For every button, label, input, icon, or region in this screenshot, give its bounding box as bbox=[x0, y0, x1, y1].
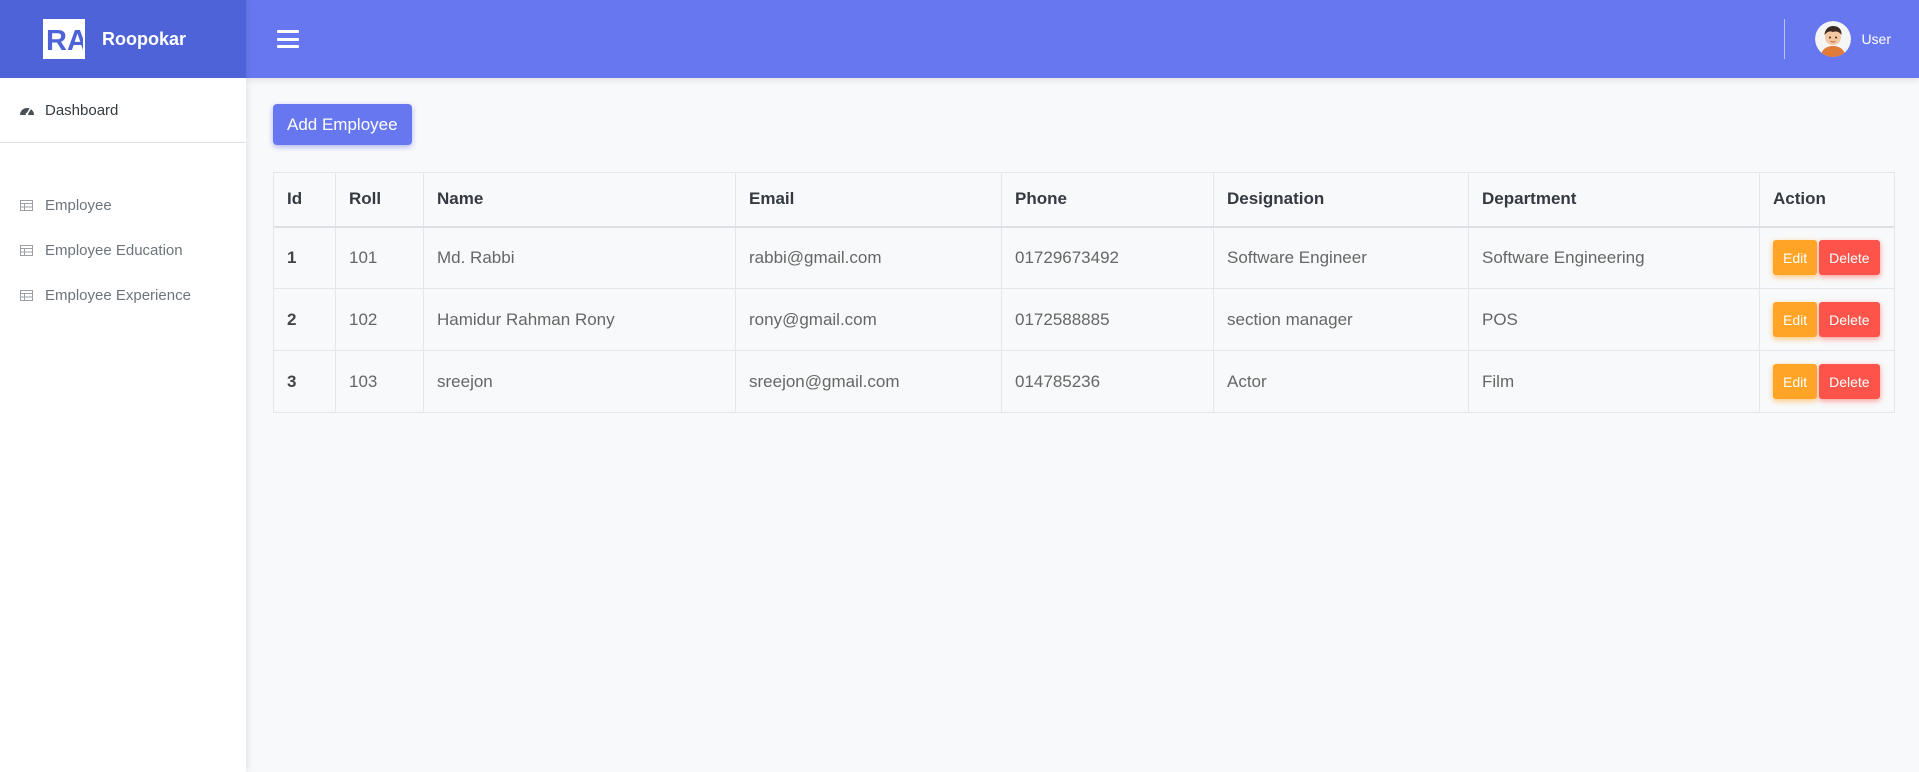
main-content: Add Employee Id Roll Name Email Phone De… bbox=[273, 104, 1895, 413]
add-employee-button[interactable]: Add Employee bbox=[273, 104, 412, 145]
cell-email: rabbi@gmail.com bbox=[735, 226, 1002, 289]
column-header-name: Name bbox=[423, 172, 736, 228]
user-menu[interactable]: User bbox=[1815, 21, 1891, 57]
cell-id: 3 bbox=[273, 350, 336, 413]
cell-department: Film bbox=[1468, 350, 1760, 413]
cell-email: sreejon@gmail.com bbox=[735, 350, 1002, 413]
brand-name: Roopokar bbox=[102, 28, 187, 49]
sidebar-item-employee-experience[interactable]: Employee Experience bbox=[0, 273, 246, 318]
cell-email: rony@gmail.com bbox=[735, 288, 1002, 351]
cell-designation: section manager bbox=[1213, 288, 1469, 351]
cell-phone: 01729673492 bbox=[1001, 226, 1214, 289]
cell-name: sreejon bbox=[423, 350, 736, 413]
hamburger-menu-icon[interactable] bbox=[277, 30, 299, 48]
table-icon bbox=[20, 200, 33, 211]
cell-phone: 014785236 bbox=[1001, 350, 1214, 413]
column-header-phone: Phone bbox=[1001, 172, 1214, 228]
cell-action: Edit Delete bbox=[1759, 226, 1895, 289]
column-header-department: Department bbox=[1468, 172, 1760, 228]
cell-designation: Software Engineer bbox=[1213, 226, 1469, 289]
sidebar-item-employee[interactable]: Employee bbox=[0, 183, 246, 228]
table-row: 2 102 Hamidur Rahman Rony rony@gmail.com… bbox=[273, 288, 1895, 351]
user-name: User bbox=[1861, 31, 1891, 47]
ra-logo-icon: RA bbox=[46, 25, 83, 56]
cell-name: Hamidur Rahman Rony bbox=[423, 288, 736, 351]
column-header-id: Id bbox=[273, 172, 336, 228]
cell-name: Md. Rabbi bbox=[423, 226, 736, 289]
sidebar: RA Roopokar Dashboard Employee Employee … bbox=[0, 0, 246, 772]
column-header-email: Email bbox=[735, 172, 1002, 228]
sidebar-item-label: Employee Education bbox=[45, 242, 183, 259]
table-header-row: Id Roll Name Email Phone Designation Dep… bbox=[273, 172, 1895, 228]
cell-action: Edit Delete bbox=[1759, 350, 1895, 413]
cell-department: Software Engineering bbox=[1468, 226, 1760, 289]
edit-button[interactable]: Edit bbox=[1773, 302, 1818, 337]
brand[interactable]: RA Roopokar bbox=[0, 0, 246, 78]
sidebar-item-employee-education[interactable]: Employee Education bbox=[0, 228, 246, 273]
edit-button[interactable]: Edit bbox=[1773, 240, 1818, 276]
cell-roll: 101 bbox=[335, 226, 424, 289]
brand-logo: RA bbox=[43, 19, 85, 59]
delete-button[interactable]: Delete bbox=[1819, 302, 1880, 337]
topbar: User bbox=[246, 0, 1919, 78]
sidebar-item-label: Employee Experience bbox=[45, 287, 191, 304]
delete-button[interactable]: Delete bbox=[1819, 240, 1880, 276]
topbar-divider bbox=[1784, 19, 1786, 59]
cell-roll: 103 bbox=[335, 350, 424, 413]
tachometer-icon bbox=[19, 104, 35, 116]
edit-button[interactable]: Edit bbox=[1773, 364, 1818, 399]
delete-button[interactable]: Delete bbox=[1819, 364, 1880, 399]
cell-roll: 102 bbox=[335, 288, 424, 351]
cell-id: 1 bbox=[273, 226, 336, 289]
column-header-designation: Designation bbox=[1213, 172, 1469, 228]
table-icon bbox=[20, 245, 33, 256]
column-header-roll: Roll bbox=[335, 172, 424, 228]
sidebar-item-dashboard[interactable]: Dashboard bbox=[0, 78, 246, 143]
cell-designation: Actor bbox=[1213, 350, 1469, 413]
table-row: 3 103 sreejon sreejon@gmail.com 01478523… bbox=[273, 350, 1895, 413]
svg-text:RA: RA bbox=[46, 25, 83, 56]
cell-id: 2 bbox=[273, 288, 336, 351]
table-row: 1 101 Md. Rabbi rabbi@gmail.com 01729673… bbox=[273, 226, 1895, 289]
cell-department: POS bbox=[1468, 288, 1760, 351]
column-header-action: Action bbox=[1759, 172, 1895, 228]
sidebar-item-label: Employee bbox=[45, 197, 112, 214]
avatar bbox=[1815, 21, 1852, 57]
cell-phone: 0172588885 bbox=[1001, 288, 1214, 351]
employee-table: Id Roll Name Email Phone Designation Dep… bbox=[273, 172, 1895, 413]
cell-action: Edit Delete bbox=[1759, 288, 1895, 351]
sidebar-nav: Employee Employee Education Employee Exp… bbox=[0, 143, 246, 318]
sidebar-item-label: Dashboard bbox=[45, 101, 119, 119]
table-icon bbox=[20, 290, 33, 301]
